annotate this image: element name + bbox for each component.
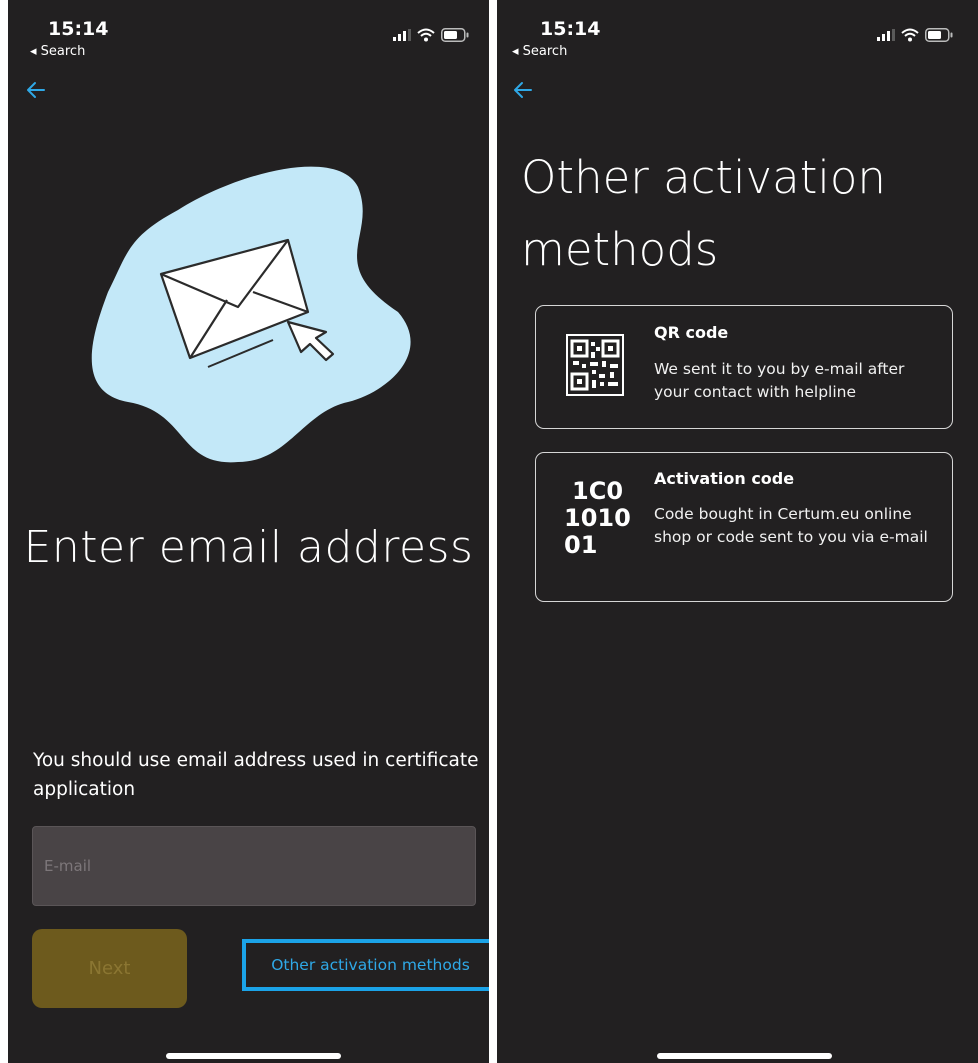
back-arrow-icon[interactable] bbox=[511, 78, 535, 102]
binary-line: 01 bbox=[564, 531, 598, 559]
back-to-search-link[interactable]: ◂ Search bbox=[30, 44, 85, 59]
email-field[interactable] bbox=[32, 826, 476, 906]
back-to-search-link[interactable]: ◂ Search bbox=[512, 44, 567, 59]
back-arrow-icon[interactable] bbox=[24, 78, 48, 102]
method-card-activation-code[interactable]: 1C0 1010 01 Activation code Code bought … bbox=[535, 452, 953, 602]
status-icons bbox=[877, 28, 953, 42]
email-entry-screen: 15:14 ◂ Search Enter email address You s… bbox=[8, 0, 489, 1063]
email-envelope-illustration bbox=[91, 166, 411, 463]
method-description: Code bought in Certum.eu online shop or … bbox=[654, 505, 928, 546]
signal-icon bbox=[877, 29, 895, 41]
other-activation-methods-screen: 15:14 ◂ Search Other activation methods bbox=[497, 0, 978, 1063]
status-time: 15:14 bbox=[48, 18, 109, 40]
qr-code-icon bbox=[566, 334, 624, 396]
method-title: QR code bbox=[654, 323, 729, 342]
method-card-qr-code[interactable]: QR code We sent it to you by e-mail afte… bbox=[535, 305, 953, 429]
wifi-icon bbox=[901, 28, 919, 42]
page-title: Other activation methods bbox=[521, 151, 886, 276]
other-activation-methods-link[interactable]: Other activation methods bbox=[242, 939, 489, 991]
next-button[interactable]: Next bbox=[32, 929, 187, 1008]
status-icons bbox=[393, 28, 469, 42]
method-description: We sent it to you by e-mail after your c… bbox=[654, 360, 905, 401]
status-time: 15:14 bbox=[540, 18, 601, 40]
status-bar: 15:14 ◂ Search bbox=[8, 0, 489, 62]
home-indicator bbox=[166, 1053, 341, 1059]
page-title: Enter email address bbox=[23, 522, 474, 573]
email-hint-text: You should use email address used in cer… bbox=[33, 750, 479, 800]
binary-code-icon: 1C0 1010 01 bbox=[564, 478, 631, 559]
binary-line: 1010 bbox=[564, 504, 631, 532]
other-activation-methods-label: Other activation methods bbox=[271, 956, 470, 974]
binary-line: 1C0 bbox=[572, 477, 624, 505]
method-title: Activation code bbox=[654, 469, 795, 488]
home-indicator bbox=[657, 1053, 832, 1059]
battery-icon bbox=[925, 28, 953, 42]
battery-icon bbox=[441, 28, 469, 42]
wifi-icon bbox=[417, 28, 435, 42]
status-bar: 15:14 ◂ Search bbox=[497, 0, 978, 62]
signal-icon bbox=[393, 29, 411, 41]
